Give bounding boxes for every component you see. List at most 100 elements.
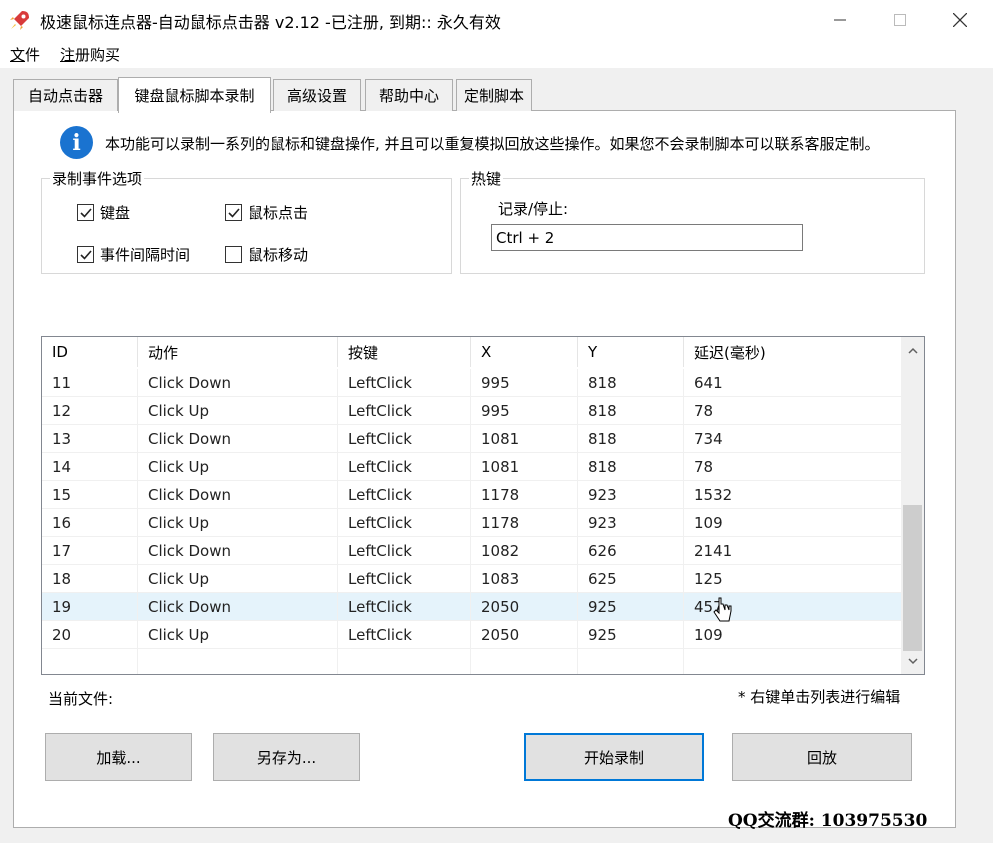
cell-key: LeftClick xyxy=(338,593,471,621)
close-button[interactable] xyxy=(930,0,990,40)
info-text: 本功能可以录制一系列的鼠标和键盘操作, 并且可以重复模拟回放这些操作。如果您不会… xyxy=(105,135,880,153)
tab-auto-clicker[interactable]: 自动点击器 xyxy=(13,79,118,111)
close-icon xyxy=(953,13,967,27)
menu-register[interactable]: 注册购买 xyxy=(60,44,120,65)
cell-y: 925 xyxy=(578,593,684,621)
table-row[interactable]: 16 Click Up LeftClick 1178 923 109 xyxy=(42,509,901,537)
checkbox-keyboard[interactable]: 键盘 xyxy=(77,202,130,223)
rocket-icon xyxy=(10,11,29,30)
checkmark-icon xyxy=(80,250,92,260)
table-row[interactable]: 19 Click Down LeftClick 2050 925 457 xyxy=(42,593,901,621)
column-header-delay[interactable]: 延迟(毫秒) xyxy=(684,337,901,367)
cell-key: LeftClick xyxy=(338,425,471,453)
cell-x: 1178 xyxy=(471,481,578,509)
table-row[interactable]: 20 Click Up LeftClick 2050 925 109 xyxy=(42,621,901,649)
cell-delay: 78 xyxy=(694,458,714,476)
tab-script-record[interactable]: 键盘鼠标脚本录制 xyxy=(118,77,271,113)
cell-delay: 109 xyxy=(694,626,723,644)
cell-y: 625 xyxy=(578,565,684,593)
checkbox-mouse-click[interactable]: 鼠标点击 xyxy=(225,202,308,223)
checkbox-box[interactable] xyxy=(225,246,242,263)
mouse-cursor-icon xyxy=(713,597,732,622)
checkbox-event-interval[interactable]: 事件间隔时间 xyxy=(77,244,190,265)
cell-key: LeftClick xyxy=(338,621,471,649)
checkbox-box[interactable] xyxy=(77,246,94,263)
cell-key: LeftClick xyxy=(338,565,471,593)
menu-bar: 文件 注册购买 xyxy=(0,40,993,68)
info-icon: i xyxy=(60,126,93,159)
column-header-key[interactable]: 按键 xyxy=(338,337,471,367)
cell-y: 818 xyxy=(578,397,684,425)
cell-key: LeftClick xyxy=(338,369,471,397)
cell-delay: 734 xyxy=(694,430,723,448)
table-row[interactable]: 18 Click Up LeftClick 1083 625 125 xyxy=(42,565,901,593)
column-header-x[interactable]: X xyxy=(471,337,578,367)
cell-key: LeftClick xyxy=(338,509,471,537)
tab-help-center[interactable]: 帮助中心 xyxy=(365,79,453,111)
checkbox-label: 事件间隔时间 xyxy=(100,246,191,264)
scroll-down-button[interactable] xyxy=(901,650,924,672)
column-header-id[interactable]: ID xyxy=(42,337,138,367)
cell-delay: 1532 xyxy=(694,486,733,504)
cell-x: 1083 xyxy=(471,565,578,593)
cell-delay: 125 xyxy=(694,570,723,588)
checkbox-box[interactable] xyxy=(225,204,242,221)
scroll-thumb[interactable] xyxy=(903,505,922,651)
tab-custom-script[interactable]: 定制脚本 xyxy=(456,79,532,111)
cell-key: LeftClick xyxy=(338,481,471,509)
cell-id: 14 xyxy=(42,453,138,481)
list-scrollbar[interactable] xyxy=(901,337,924,674)
scroll-up-button[interactable] xyxy=(901,339,924,361)
checkbox-mouse-move[interactable]: 鼠标移动 xyxy=(225,244,308,265)
list-rows: 11 Click Down LeftClick 995 818 641 12 Click Up… xyxy=(42,369,901,649)
checkbox-label: 键盘 xyxy=(100,204,131,222)
minimize-button[interactable] xyxy=(810,0,870,40)
window-title: 极速鼠标连点器-自动鼠标点击器 v2.12 -已注册, 到期:: 永久有效 xyxy=(40,13,501,32)
table-row[interactable]: 11 Click Down LeftClick 995 818 641 xyxy=(42,369,901,397)
hotkey-title: 热键 xyxy=(469,168,504,189)
column-header-y[interactable]: Y xyxy=(578,337,684,367)
checkbox-box[interactable] xyxy=(77,204,94,221)
event-list[interactable]: ID 动作 按键 X Y 延迟(毫秒) 11 Click Down LeftClic… xyxy=(41,336,925,675)
table-row[interactable]: 12 Click Up LeftClick 995 818 78 xyxy=(42,397,901,425)
table-row[interactable]: 13 Click Down LeftClick 1081 818 734 xyxy=(42,425,901,453)
list-header: ID 动作 按键 X Y 延迟(毫秒) xyxy=(42,337,901,367)
cell-key: LeftClick xyxy=(338,537,471,565)
checkmark-icon xyxy=(80,208,92,218)
table-row[interactable]: 15 Click Down LeftClick 1178 923 1532 xyxy=(42,481,901,509)
cell-id: 12 xyxy=(42,397,138,425)
table-row[interactable]: 17 Click Down LeftClick 1082 626 2141 xyxy=(42,537,901,565)
record-options-title: 录制事件选项 xyxy=(50,168,145,189)
cell-action: Click Up xyxy=(138,621,338,649)
cell-action: Click Up xyxy=(138,453,338,481)
cell-action: Click Down xyxy=(138,369,338,397)
table-row[interactable]: 14 Click Up LeftClick 1081 818 78 xyxy=(42,453,901,481)
empty-row xyxy=(42,649,901,674)
hotkey-input[interactable] xyxy=(491,224,803,251)
cell-x: 995 xyxy=(471,397,578,425)
qq-group-label: QQ交流群: 103975530 xyxy=(728,811,928,831)
playback-button[interactable]: 回放 xyxy=(732,733,912,781)
chevron-down-icon xyxy=(907,657,918,664)
cell-delay: 641 xyxy=(694,374,723,392)
load-button[interactable]: 加载... xyxy=(45,733,192,781)
cell-delay: 2141 xyxy=(694,542,733,560)
hotkey-label: 记录/停止: xyxy=(498,200,569,218)
cell-action: Click Down xyxy=(138,593,338,621)
cell-x: 1178 xyxy=(471,509,578,537)
column-header-action[interactable]: 动作 xyxy=(138,337,338,367)
start-record-button[interactable]: 开始录制 xyxy=(524,733,704,781)
cell-id: 15 xyxy=(42,481,138,509)
cell-y: 923 xyxy=(578,509,684,537)
menu-file[interactable]: 文件 xyxy=(10,44,40,65)
maximize-button[interactable] xyxy=(870,0,930,40)
checkmark-icon xyxy=(228,208,240,218)
save-as-button[interactable]: 另存为... xyxy=(213,733,360,781)
tab-advanced-settings[interactable]: 高级设置 xyxy=(273,79,361,111)
minimize-icon xyxy=(834,19,846,21)
cell-key: LeftClick xyxy=(338,453,471,481)
maximize-icon xyxy=(894,14,906,26)
cell-y: 818 xyxy=(578,425,684,453)
cell-x: 1081 xyxy=(471,453,578,481)
cell-key: LeftClick xyxy=(338,397,471,425)
